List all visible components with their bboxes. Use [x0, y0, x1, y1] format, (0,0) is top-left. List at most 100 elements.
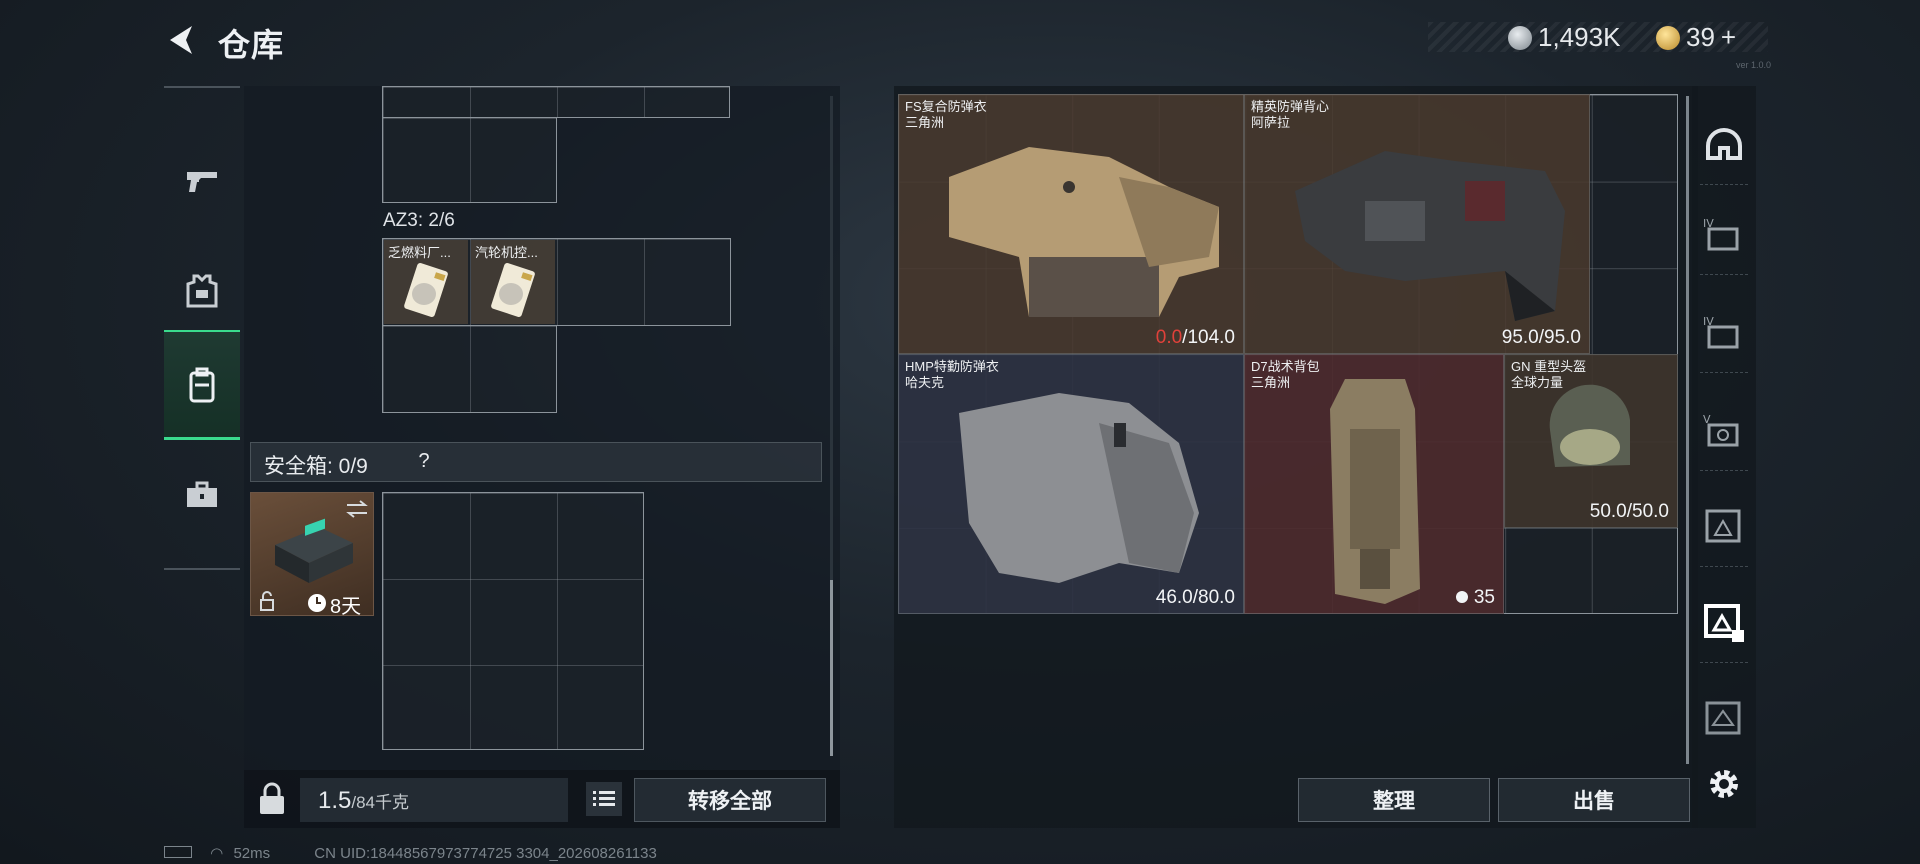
lock-icon — [260, 591, 274, 611]
case-slot-icon — [1705, 701, 1741, 735]
status-bar: ◠ 52ms CN UID:18448567973774725 3304_202… — [164, 844, 657, 862]
safebox-grid[interactable] — [382, 492, 644, 750]
slot-armor-iv[interactable]: IV — [1700, 210, 1748, 258]
weight-value: 1.5 — [318, 787, 352, 814]
durability-total: /80.0 — [1192, 587, 1235, 608]
left-scrollbar-thumb[interactable] — [830, 580, 833, 756]
durability-current: 0.0 — [1155, 327, 1183, 348]
safebox-label: 安全箱: 0/9 — [264, 455, 368, 478]
d7-backpack-icon — [1330, 379, 1420, 604]
durability-total: /95.0 — [1538, 327, 1581, 348]
armor-v-icon: V — [1703, 413, 1739, 447]
armor-iv-alt-icon: IV — [1703, 315, 1739, 349]
nav-tab-cases[interactable] — [164, 440, 240, 550]
briefcase-icon — [187, 481, 217, 507]
gold-coin-icon — [1656, 25, 1680, 50]
gold-value: 39 — [1686, 22, 1715, 52]
slot-backpack-active[interactable] — [1700, 598, 1748, 646]
weight-max: /84千克 — [351, 793, 410, 812]
durability: 50.0/50.0 — [1590, 501, 1669, 523]
side-nav — [164, 86, 240, 570]
stash-item-backpack[interactable]: D7战术背包 三角洲 35 — [1244, 354, 1504, 614]
nav-tab-backpack[interactable] — [164, 330, 240, 440]
sort-button[interactable]: 整理 — [1298, 778, 1490, 822]
silver-coin-icon — [1508, 25, 1532, 50]
back-button[interactable] — [164, 22, 200, 58]
stash-item-helmet[interactable]: GN 重型头盔 全球力量 50.0/50.0 — [1504, 354, 1678, 528]
durability: 46.0/80.0 — [1156, 587, 1235, 609]
weight-lock-button[interactable] — [256, 782, 288, 816]
bag-small-icon — [1455, 591, 1468, 603]
weight-lock-icon — [260, 782, 284, 814]
capsule-item-icon — [404, 263, 448, 317]
backpack-grid-upper[interactable] — [382, 117, 557, 203]
slot-divider — [1700, 662, 1748, 663]
stash-item-hmp-armor[interactable]: HMP特勤防弹衣 哈夫克 46.0/80.0 — [898, 354, 1244, 614]
slot-divider — [1700, 274, 1748, 275]
help-icon[interactable]: ? — [410, 447, 438, 475]
slot-case[interactable] — [1700, 694, 1748, 742]
capacity: 35 — [1455, 587, 1495, 609]
settings-button[interactable] — [1700, 760, 1748, 808]
add-gold-button[interactable]: + — [1721, 22, 1736, 53]
swap-icon[interactable] — [345, 499, 369, 519]
nav-tab-weapons[interactable] — [164, 126, 240, 236]
transfer-all-button[interactable]: 转移全部 — [634, 778, 826, 822]
inventory-item[interactable]: 汽轮机控... — [471, 240, 555, 324]
slot-armor-iv-alt[interactable]: IV — [1700, 308, 1748, 356]
body-armor-icon — [949, 147, 1219, 317]
item-faction: 阿萨拉 — [1251, 115, 1291, 130]
item-name: 乏燃料厂... — [388, 245, 451, 260]
backpack-slot-icon — [1705, 509, 1741, 543]
slot-divider — [1700, 372, 1748, 373]
item-name: GN 重型头盔 — [1511, 359, 1587, 374]
sell-button[interactable]: 出售 — [1498, 778, 1690, 822]
helmet-icon — [1549, 384, 1630, 467]
version-text: ver 1.0.0 — [1736, 60, 1772, 70]
slot-backpack[interactable] — [1700, 502, 1748, 550]
item-title: 精英防弹背心 阿萨拉 — [1251, 99, 1329, 131]
slot-divider — [1700, 184, 1748, 185]
safebox-days: 8天 — [330, 596, 362, 618]
inventory-item[interactable]: 乏燃料厂... — [384, 240, 468, 324]
backpack-grid-top[interactable] — [382, 86, 730, 118]
wifi-icon: ◠ — [210, 845, 224, 862]
safebox-case-icon — [275, 518, 353, 583]
slot-armor-v[interactable]: V — [1700, 406, 1748, 454]
gold-display[interactable]: 39 + — [1656, 22, 1736, 53]
durability-total: /50.0 — [1626, 501, 1669, 522]
durability-current: 95.0 — [1501, 327, 1539, 348]
slot-divider — [1700, 470, 1748, 471]
money-display: 1,493K — [1508, 22, 1620, 53]
money-value: 1,493K — [1538, 22, 1621, 52]
hmp-armor-icon — [959, 393, 1199, 583]
list-view-button[interactable] — [586, 782, 622, 816]
item-title: D7战术背包 三角洲 — [1251, 359, 1320, 391]
backpack-icon — [189, 367, 215, 402]
stash-item-vest[interactable]: 精英防弹背心 阿萨拉 95.0/95.0 — [1244, 94, 1590, 354]
durability-current: 50.0 — [1589, 501, 1627, 522]
stash-scrollbar[interactable] — [1686, 96, 1689, 764]
durability-current: 46.0 — [1155, 587, 1193, 608]
uid-text: CN UID:18448567973774725 3304_2026082611… — [314, 845, 657, 862]
durability: 0.0/104.0 — [1156, 327, 1235, 349]
helmet-slot-icon — [1706, 128, 1742, 160]
armor-iv-icon: IV — [1703, 217, 1739, 251]
item-faction: 三角洲 — [1251, 375, 1291, 390]
back-arrow-icon — [170, 26, 192, 54]
ping-text: 52ms — [233, 845, 271, 862]
pistol-icon — [187, 172, 217, 192]
durability-total: /104.0 — [1182, 327, 1235, 348]
armor-rig-icon — [186, 274, 218, 308]
item-name: D7战术背包 — [1251, 359, 1320, 374]
stash-item-body-armor[interactable]: FS复合防弹衣 三角洲 0.0/104.0 — [898, 94, 1244, 354]
az3-grid-lower[interactable] — [382, 325, 557, 413]
list-icon — [593, 791, 615, 806]
slot-helmet[interactable] — [1700, 120, 1748, 168]
durability: 95.0/95.0 — [1502, 327, 1581, 349]
item-name: 精英防弹背心 — [1251, 99, 1330, 114]
weight-text: 1.5/84千克 — [318, 787, 409, 815]
item-name: HMP特勤防弹衣 — [905, 359, 999, 374]
container-capacity-label: AZ3: 2/6 — [383, 210, 455, 231]
battery-icon — [164, 846, 192, 858]
